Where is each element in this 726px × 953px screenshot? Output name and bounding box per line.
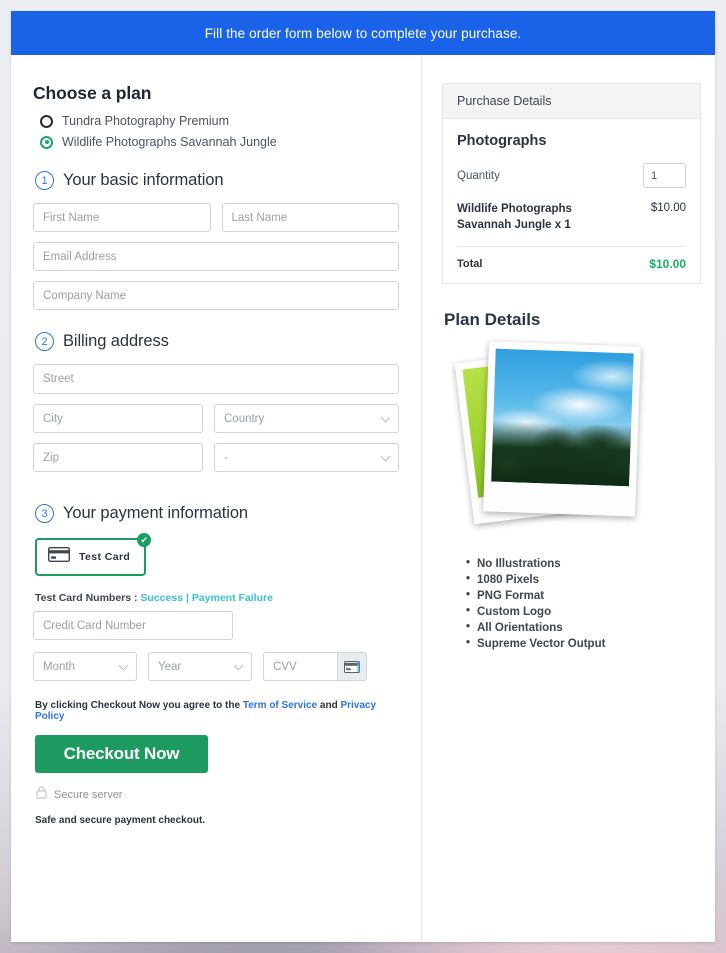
plan-details-title: Plan Details xyxy=(444,310,541,330)
plan-option-wildlife[interactable]: Wildlife Photographs Savannah Jungle xyxy=(40,135,399,149)
purchase-details-panel: Purchase Details Photographs Quantity 1 … xyxy=(442,83,701,285)
checkout-card: Fill the order form below to complete yo… xyxy=(11,11,715,942)
email-input[interactable]: Email Address xyxy=(33,242,399,271)
item-group-title: Photographs xyxy=(457,133,547,149)
step-title: Your payment information xyxy=(63,504,249,522)
list-item: Supreme Vector Output xyxy=(466,637,701,650)
total-value: $10.00 xyxy=(649,257,686,272)
quantity-label: Quantity xyxy=(457,169,500,182)
step-title: Your basic information xyxy=(63,171,224,189)
quantity-row: Quantity 1 xyxy=(457,163,686,188)
city-country-row: City Country xyxy=(33,404,399,443)
test-card-label: Test Card xyxy=(79,551,131,563)
banner-text: Fill the order form below to complete yo… xyxy=(204,25,522,41)
order-form-column: Choose a plan Tundra Photography Premium… xyxy=(11,55,421,942)
feature-list: No Illustrations 1080 Pixels PNG Format … xyxy=(466,557,701,650)
expiry-cvv-row: Month Year CVV xyxy=(33,652,399,681)
plan-option-tundra[interactable]: Tundra Photography Premium xyxy=(40,114,399,128)
content-columns: Choose a plan Tundra Photography Premium… xyxy=(11,55,715,942)
chevron-down-icon xyxy=(118,660,129,671)
test-card-numbers-line: Test Card Numbers : Success | Payment Fa… xyxy=(35,592,399,604)
test-numbers-prefix: Test Card Numbers : xyxy=(35,592,141,604)
chevron-down-icon xyxy=(233,660,244,671)
line-item-price: $10.00 xyxy=(650,202,686,214)
terms-prefix: By clicking Checkout Now you agree to th… xyxy=(35,700,243,711)
list-item: 1080 Pixels xyxy=(466,573,701,586)
step-2-heading: 2 Billing address xyxy=(35,332,399,351)
cvv-group: CVV xyxy=(263,652,367,681)
credit-card-number-input[interactable]: Credit Card Number xyxy=(33,611,233,640)
divider xyxy=(457,246,686,248)
month-select[interactable]: Month xyxy=(33,652,137,681)
step-1-heading: 1 Your basic information xyxy=(35,171,399,190)
list-item: PNG Format xyxy=(466,589,701,602)
name-row: First Name Last Name xyxy=(33,203,399,242)
test-card-method-button[interactable]: Test Card ✔ xyxy=(35,533,152,576)
year-select[interactable]: Year xyxy=(148,652,252,681)
secure-server-label: Secure server xyxy=(54,789,123,801)
lock-icon xyxy=(36,786,47,804)
state-select[interactable]: - xyxy=(214,443,399,472)
test-failure-link[interactable]: Payment Failure xyxy=(192,592,273,604)
radio-icon-selected[interactable] xyxy=(40,135,53,149)
sky-photo-content xyxy=(491,348,634,487)
polaroid-front-photo xyxy=(483,341,641,517)
street-input[interactable]: Street xyxy=(33,364,399,394)
step-number-badge: 2 xyxy=(35,332,54,351)
year-select-value: Year xyxy=(158,660,182,673)
city-input[interactable]: City xyxy=(33,404,203,433)
terms-middle: and xyxy=(317,700,341,711)
last-name-input[interactable]: Last Name xyxy=(221,203,399,232)
test-success-link[interactable]: Success xyxy=(140,592,183,604)
state-select-value: - xyxy=(224,451,228,464)
first-name-input[interactable]: First Name xyxy=(33,203,211,232)
purchase-details-header: Purchase Details xyxy=(443,84,700,119)
line-item-row: Wildlife Photographs Savannah Jungle x 1… xyxy=(457,202,686,233)
zip-input[interactable]: Zip xyxy=(33,443,203,472)
top-banner: Fill the order form below to complete yo… xyxy=(11,11,715,55)
step-number-badge: 1 xyxy=(35,171,54,190)
radio-icon-unselected[interactable] xyxy=(40,114,53,128)
month-select-value: Month xyxy=(43,660,75,673)
plan-option-label: Wildlife Photographs Savannah Jungle xyxy=(62,135,277,149)
secure-server-row: Secure server xyxy=(36,786,399,804)
summary-column: Purchase Details Photographs Quantity 1 … xyxy=(421,55,715,942)
chevron-down-icon xyxy=(380,451,391,462)
country-select[interactable]: Country xyxy=(214,404,399,433)
company-input[interactable]: Company Name xyxy=(33,281,399,310)
checkout-now-button[interactable]: Checkout Now xyxy=(35,735,208,773)
choose-plan-title: Choose a plan xyxy=(33,83,152,103)
step-number-badge: 3 xyxy=(35,504,54,523)
list-item: All Orientations xyxy=(466,621,701,634)
checkout-page: Fill the order form below to complete yo… xyxy=(0,0,726,953)
test-numbers-separator: | xyxy=(183,592,192,604)
quantity-input[interactable]: 1 xyxy=(643,163,686,188)
tree-silhouette xyxy=(491,420,632,487)
line-item-name: Wildlife Photographs Savannah Jungle x 1 xyxy=(457,203,572,231)
purchase-details-body: Photographs Quantity 1 Wildlife Photogra… xyxy=(443,119,700,283)
step-3-heading: 3 Your payment information xyxy=(35,504,399,523)
total-label: Total xyxy=(457,258,483,271)
check-circle-icon: ✔ xyxy=(137,533,152,547)
terms-line: By clicking Checkout Now you agree to th… xyxy=(35,700,399,722)
cvv-card-icon xyxy=(337,652,367,681)
safe-checkout-note: Safe and secure payment checkout. xyxy=(35,815,206,826)
list-item: Custom Logo xyxy=(466,605,701,618)
plan-option-label: Tundra Photography Premium xyxy=(62,114,229,128)
zip-state-row: Zip - xyxy=(33,443,399,482)
chevron-down-icon xyxy=(380,412,391,423)
plan-image xyxy=(442,341,701,542)
cvv-input[interactable]: CVV xyxy=(263,652,337,681)
step-title: Billing address xyxy=(63,332,169,350)
term-of-service-link[interactable]: Term of Service xyxy=(243,700,317,711)
country-select-value: Country xyxy=(224,412,265,425)
list-item: No Illustrations xyxy=(466,557,701,570)
credit-card-icon xyxy=(47,546,71,567)
total-row: Total $10.00 xyxy=(457,257,686,271)
